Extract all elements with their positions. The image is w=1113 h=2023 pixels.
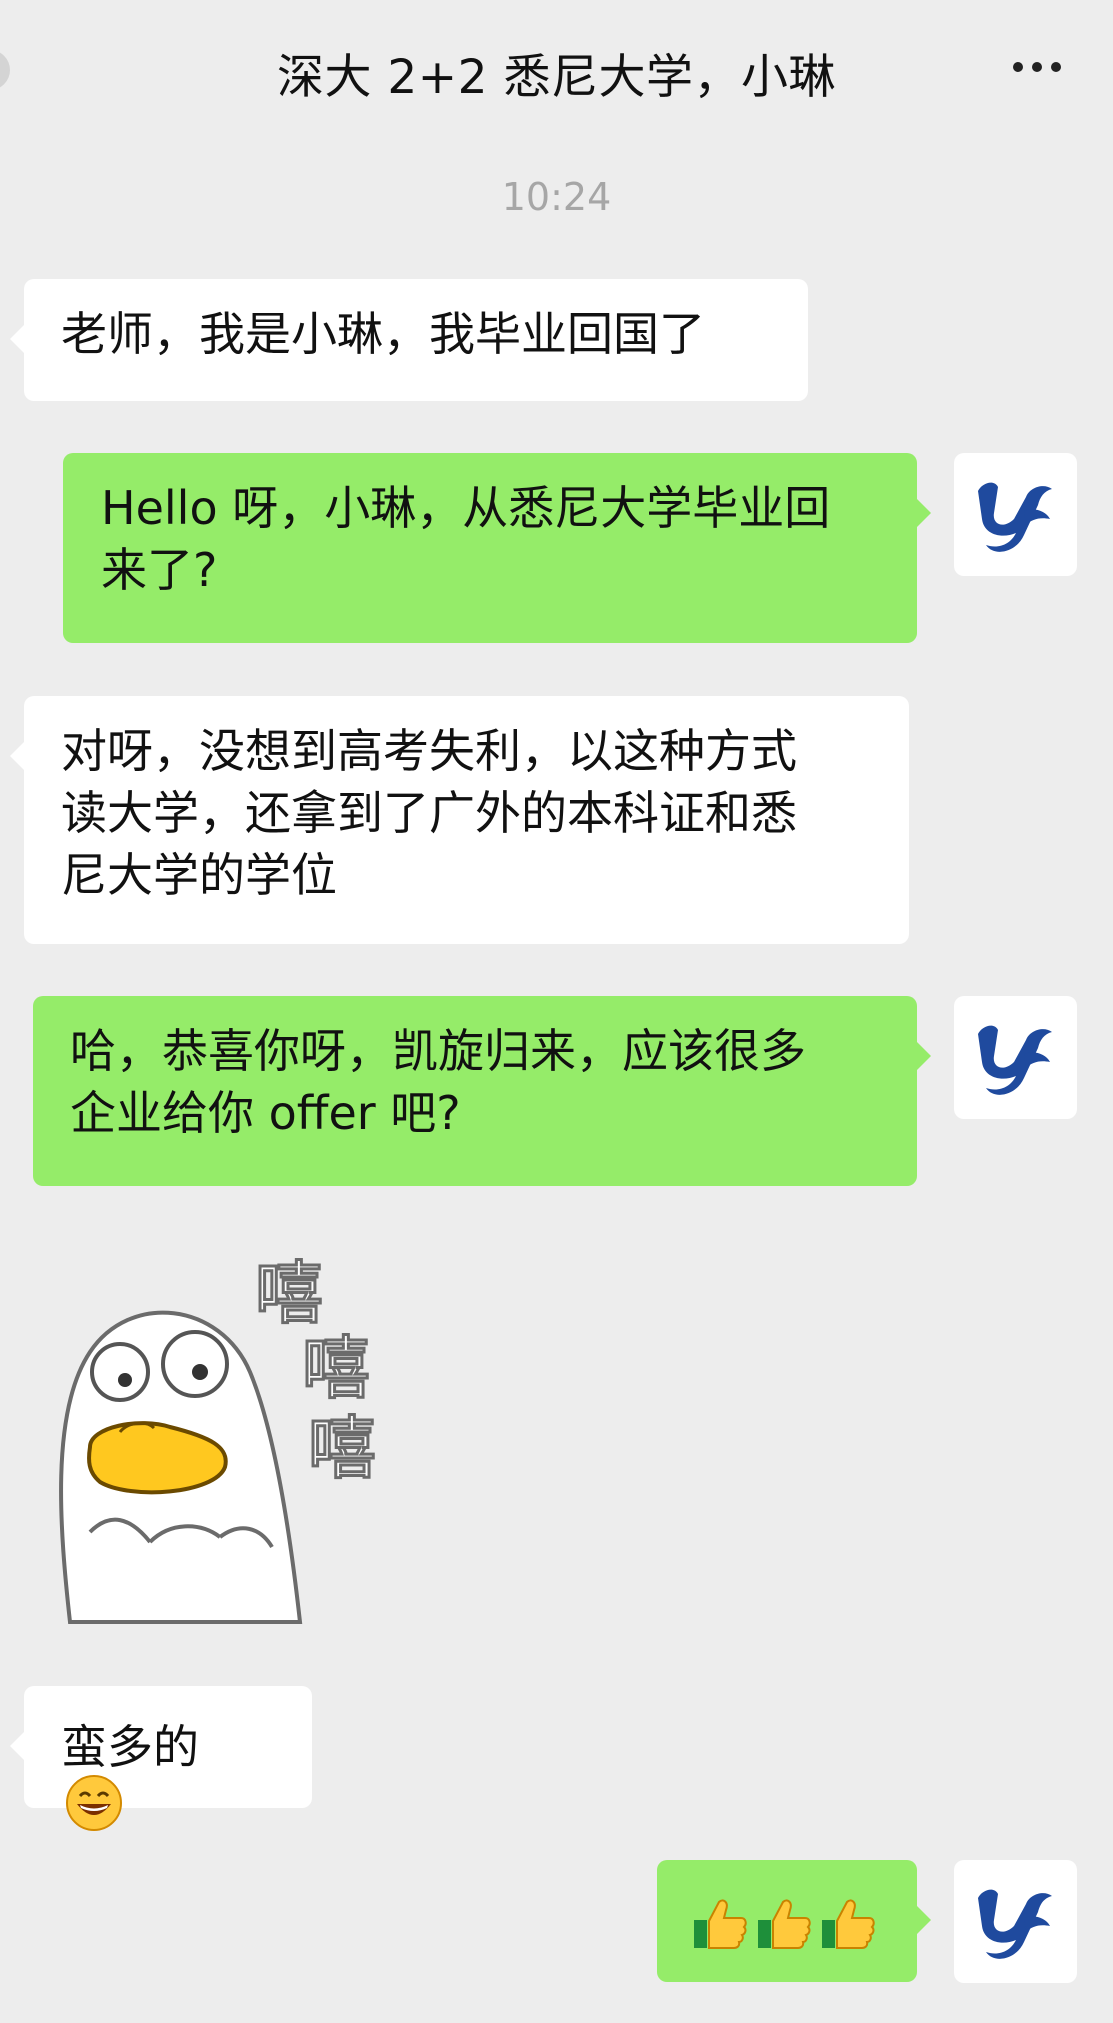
message-timestamp: 10:24 [501,175,612,219]
message-line: Hello 呀，小琳，从悉尼大学毕业回 [101,481,831,535]
my-avatar[interactable] [954,1860,1077,1983]
message-text: 老师，我是小琳，我毕业回国了 [61,307,705,361]
thumbs-up-icon [694,1898,747,1949]
message-line: 来了? [101,543,218,597]
dot [1032,62,1042,72]
thumbs-up-icon [758,1898,811,1949]
outgoing-message[interactable]: 哈，恭喜你呀，凯旋归来，应该很多 企业给你 offer 吧? [33,996,931,1186]
more-options-icon[interactable] [1013,62,1061,72]
chat-title: 深大 2+2 悉尼大学，小琳 [276,50,837,105]
my-avatar[interactable] [954,996,1077,1119]
laughing-face-icon [65,1774,123,1847]
sticker-text: 嘻 [255,1255,323,1334]
message-line: 对呀，没想到高考失利，以这种方式 [61,724,797,778]
message-line: 读大学，还拿到了广外的本科证和悉 [61,786,797,840]
sticker-text: 嘻 [308,1410,376,1489]
chat-header: 深大 2+2 悉尼大学，小琳 [0,0,1113,140]
dot [1013,62,1023,72]
message-line: 尼大学的学位 [61,848,337,902]
thumbs-up-group [691,1894,877,1952]
avatar-logo-icon [978,482,1052,552]
duck-sticker-icon: 嘻 嘻 嘻 [59,1254,378,1624]
avatar-logo-icon [978,1889,1052,1959]
sticker-text: 嘻 [302,1330,370,1409]
outgoing-message[interactable] [657,1860,931,1982]
dot [1051,62,1061,72]
message-line: 企业给你 offer 吧? [70,1086,461,1140]
my-avatar[interactable] [954,453,1077,576]
message-line: 哈，恭喜你呀，凯旋归来，应该很多 [70,1024,806,1078]
thumbs-up-icon [822,1898,875,1949]
incoming-message[interactable]: 对呀，没想到高考失利，以这种方式 读大学，还拿到了广外的本科证和悉 尼大学的学位 [10,696,909,944]
duck-sticker[interactable]: 嘻 嘻 嘻 [50,1232,410,1632]
incoming-message[interactable]: 老师，我是小琳，我毕业回国了 [10,279,808,401]
avatar-logo-icon [978,1025,1052,1095]
outgoing-message[interactable]: Hello 呀，小琳，从悉尼大学毕业回 来了? [63,453,931,643]
message-text: 蛮多的 [61,1720,199,1774]
incoming-message[interactable]: 蛮多的 [10,1686,312,1831]
